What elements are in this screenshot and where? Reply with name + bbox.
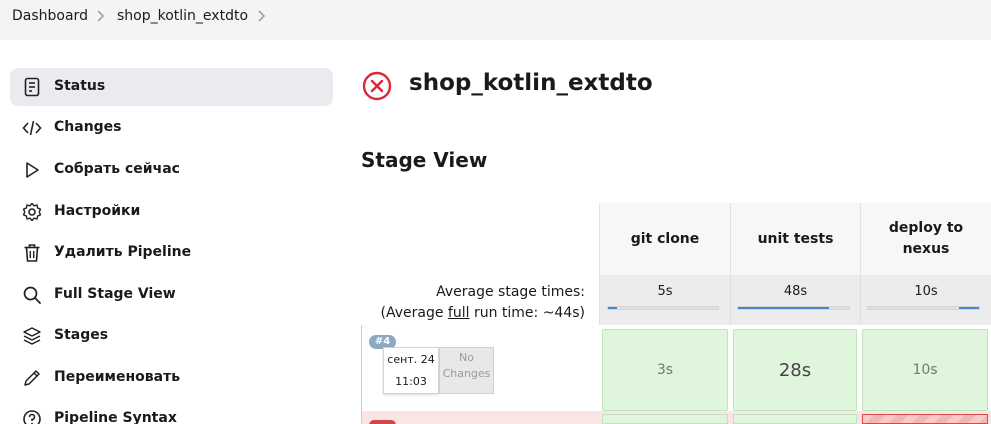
sidebar-item-label: Удалить Pipeline [54, 244, 192, 260]
stage-cell-unit-tests-next[interactable] [733, 414, 857, 424]
sidebar-item-settings[interactable]: Настройки [10, 193, 333, 231]
sidebar-item-label: Собрать сейчас [54, 161, 180, 177]
sidebar-item-pipeline-syntax[interactable]: Pipeline Syntax [10, 400, 333, 424]
stage-header-deploy-to-nexus: deploy to nexus [860, 203, 991, 275]
sidebar-item-label: Настройки [54, 203, 141, 219]
page-title: shop_kotlin_extdto [409, 70, 653, 96]
sidebar-item-label: Full Stage View [54, 286, 176, 302]
sidebar-item-label: Changes [54, 119, 122, 135]
stage-avg-bar [867, 306, 980, 310]
layers-icon [22, 326, 42, 346]
sidebar-item-status[interactable]: Status [10, 68, 333, 106]
stage-header-git-clone: git clone [599, 203, 730, 275]
sidebar-item-label: Stages [54, 327, 109, 343]
play-icon [22, 160, 42, 180]
stage-avg-git-clone: 5s [599, 275, 730, 325]
stage-avg-unit-tests: 48s [730, 275, 860, 325]
sidebar-item-changes[interactable]: Changes [10, 109, 333, 147]
average-stage-times-label: Average stage times: [436, 284, 585, 300]
sidebar-item-label: Status [54, 78, 106, 94]
code-brackets-icon [22, 118, 42, 138]
chevron-right-icon[interactable] [256, 9, 266, 23]
build-number-badge-failed[interactable] [369, 420, 396, 424]
stage-cell-unit-tests[interactable]: 28s [733, 329, 857, 411]
no-changes-box[interactable]: No Changes [439, 347, 494, 394]
search-icon [22, 285, 42, 305]
breadcrumb-dashboard[interactable]: Dashboard [12, 8, 88, 24]
pencil-icon [22, 368, 42, 388]
stage-avg-bar [737, 306, 850, 310]
gear-icon [22, 202, 42, 222]
stage-header-unit-tests: unit tests [730, 203, 860, 275]
trash-icon [22, 243, 42, 263]
status-document-icon [22, 77, 42, 97]
stage-cell-deploy-to-nexus[interactable]: 10s [862, 329, 988, 411]
stage-avg-bar [607, 306, 719, 310]
sidebar-item-build-now[interactable]: Собрать сейчас [10, 151, 333, 189]
stage-cell-git-clone-next[interactable] [602, 414, 728, 424]
breadcrumb-job[interactable]: shop_kotlin_extdto [117, 8, 248, 24]
breadcrumb-bar: Dashboard shop_kotlin_extdto [0, 0, 991, 40]
stage-cell-git-clone[interactable]: 3s [602, 329, 728, 411]
run-date-box: сент. 24 11:03 [383, 347, 439, 394]
stage-avg-deploy-to-nexus: 10s [860, 275, 991, 325]
sidebar-item-label: Переименовать [54, 369, 181, 385]
help-circle-icon [22, 409, 42, 424]
sidebar-item-stages[interactable]: Stages [10, 317, 333, 355]
sidebar-item-delete-pipeline[interactable]: Удалить Pipeline [10, 234, 333, 272]
sidebar-item-label: Pipeline Syntax [54, 410, 177, 424]
stage-view-title: Stage View [361, 148, 488, 172]
sidebar-item-full-stage-view[interactable]: Full Stage View [10, 276, 333, 314]
full-run-link[interactable]: full [448, 305, 470, 321]
average-full-run-time-label: (Average full run time: ~44s) [380, 305, 586, 321]
sidebar-item-rename[interactable]: Переименовать [10, 359, 333, 397]
stage-cell-deploy-to-nexus-failed[interactable] [862, 414, 988, 424]
chevron-right-icon [95, 9, 105, 23]
failed-status-icon [362, 71, 392, 101]
